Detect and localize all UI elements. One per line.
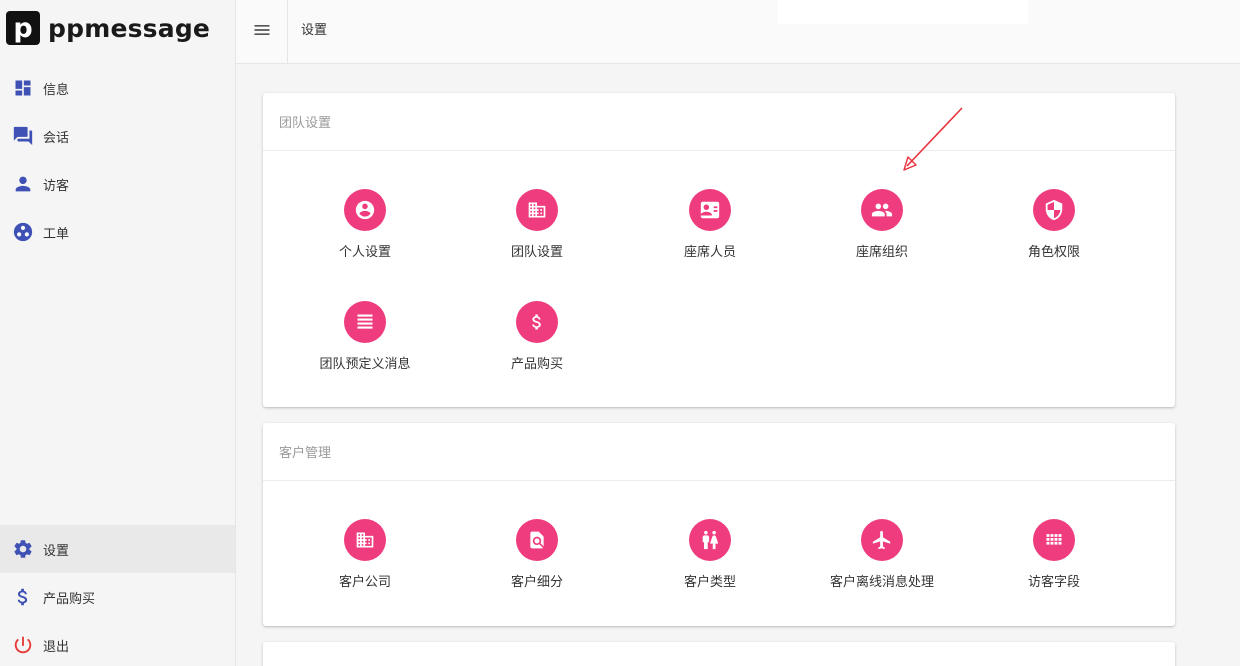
top-bar: 设置 [236, 0, 1240, 64]
dollar-icon [516, 301, 558, 343]
next-section-card [263, 642, 1175, 666]
tile-label: 客户类型 [683, 575, 736, 590]
business-icon [516, 189, 558, 231]
sidebar-item-label: 会话 [43, 130, 70, 146]
tile-customer-segments[interactable]: 客户细分 [451, 519, 623, 609]
blank-area [778, 0, 1028, 24]
tile-label: 团队设置 [510, 245, 563, 260]
tile-label: 座席组织 [855, 245, 908, 260]
sidebar-item-tickets[interactable]: 工单 [0, 208, 235, 256]
people-icon [861, 189, 903, 231]
section-title: 团队设置 [263, 93, 1175, 151]
tile-team-settings[interactable]: 团队设置 [451, 189, 623, 279]
tile-label: 座席人员 [683, 245, 736, 260]
find-in-page-icon [516, 519, 558, 561]
dollar-icon [12, 586, 34, 608]
forum-icon [12, 125, 34, 147]
tile-agent-groups[interactable]: 座席组织 [796, 189, 968, 279]
tile-product-purchase[interactable]: 产品购买 [451, 301, 623, 391]
tile-personal-settings[interactable]: 个人设置 [279, 189, 451, 279]
person-icon [12, 173, 34, 195]
power-icon [12, 634, 34, 656]
dashboard-icon [12, 77, 34, 99]
sidebar-item-label: 访客 [43, 178, 70, 194]
sidebar-item-label: 信息 [43, 82, 70, 98]
wc-icon [689, 519, 731, 561]
sidebar-item-label: 工单 [43, 226, 70, 242]
tile-offline-messages[interactable]: 客户离线消息处理 [796, 519, 968, 609]
hamburger-icon [252, 20, 272, 44]
sidebar: p ppmessage 信息 会话 访客 工单 设置 产品购买 退出 [0, 0, 236, 666]
contact-card-icon [689, 189, 731, 231]
tile-label: 客户公司 [338, 575, 391, 590]
tile-label: 客户离线消息处理 [829, 575, 934, 590]
list-icon [344, 301, 386, 343]
annotation-arrow [903, 107, 963, 171]
account-circle-icon [344, 189, 386, 231]
gear-icon [12, 538, 34, 560]
menu-toggle-button[interactable] [236, 0, 288, 64]
tile-label: 团队预定义消息 [319, 357, 411, 372]
sidebar-item-settings[interactable]: 设置 [0, 525, 235, 573]
grid-icon [1033, 519, 1075, 561]
tile-visitor-fields[interactable]: 访客字段 [968, 519, 1140, 609]
sidebar-item-visitors[interactable]: 访客 [0, 160, 235, 208]
sidebar-item-label: 产品购买 [43, 591, 96, 607]
brand-mark: p [6, 11, 40, 45]
section-title: 客户管理 [263, 423, 1175, 481]
brand-name: ppmessage [48, 13, 211, 43]
tile-label: 客户细分 [510, 575, 563, 590]
airplane-icon [861, 519, 903, 561]
sidebar-item-conversations[interactable]: 会话 [0, 112, 235, 160]
tile-customer-types[interactable]: 客户类型 [624, 519, 796, 609]
workspaces-icon [12, 221, 34, 243]
tile-canned-messages[interactable]: 团队预定义消息 [279, 301, 451, 391]
sidebar-item-label: 设置 [43, 543, 70, 559]
tile-customer-companies[interactable]: 客户公司 [279, 519, 451, 609]
team-settings-card: 团队设置 个人设置 团队设置 座席人员 座席组织 角色权限 团队预定义消息 产品… [263, 93, 1175, 407]
sidebar-item-label: 退出 [43, 639, 70, 655]
tile-label: 角色权限 [1027, 245, 1080, 260]
shield-icon [1033, 189, 1075, 231]
sidebar-item-messages[interactable]: 信息 [0, 64, 235, 112]
page-title: 设置 [301, 23, 328, 38]
tile-role-permissions[interactable]: 角色权限 [968, 189, 1140, 279]
tile-label: 访客字段 [1027, 575, 1080, 590]
brand-logo[interactable]: p ppmessage [6, 8, 210, 48]
tile-agents[interactable]: 座席人员 [624, 189, 796, 279]
sidebar-item-logout[interactable]: 退出 [0, 621, 235, 666]
sidebar-item-purchase[interactable]: 产品购买 [0, 573, 235, 621]
tile-label: 产品购买 [510, 357, 563, 372]
tile-label: 个人设置 [338, 245, 391, 260]
customer-management-card: 客户管理 客户公司 客户细分 客户类型 客户离线消息处理 访客字段 [263, 423, 1175, 626]
business-icon [344, 519, 386, 561]
